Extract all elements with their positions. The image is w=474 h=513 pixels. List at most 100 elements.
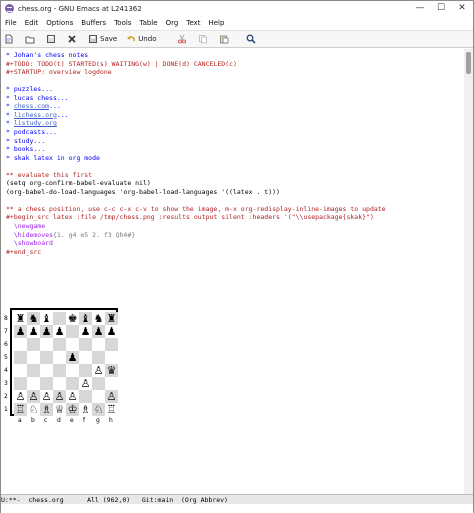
chess-piece: ♘ — [28, 403, 39, 416]
file-label: g — [96, 417, 100, 424]
board-square — [40, 338, 53, 351]
search-icon — [247, 34, 257, 44]
text-line: * skak latex in org mode — [6, 154, 100, 162]
open-directory-button[interactable] — [22, 31, 40, 47]
new-file-icon — [5, 34, 13, 44]
text-line: * listudy.org — [6, 119, 57, 127]
scrollbar-thumb[interactable] — [466, 52, 471, 74]
board-square — [66, 338, 79, 351]
chess-piece: ♔ — [67, 403, 78, 416]
rank-label: 6 — [4, 341, 8, 348]
board-square — [40, 364, 53, 377]
chess-piece: ♟ — [106, 325, 117, 338]
menu-bar: File Edit Options Buffers Tools Table Or… — [1, 16, 473, 29]
file-label: h — [109, 417, 113, 424]
text-span: (setq org-confirm-babel-evaluate nil) — [6, 179, 151, 188]
chess-piece: ♘ — [93, 403, 104, 416]
cut-button[interactable] — [174, 31, 192, 47]
chess-piece: ♞ — [28, 312, 39, 325]
paste-icon — [220, 35, 229, 44]
new-file-button[interactable] — [1, 31, 19, 47]
board-square — [53, 338, 66, 351]
chess-piece: ♟ — [28, 325, 39, 338]
paste-button[interactable] — [216, 31, 234, 47]
text-span: ** a chess position, use c-c c-x c-v to … — [6, 204, 386, 213]
text-line: ** evaluate this first — [6, 171, 92, 179]
save-icon-button[interactable] — [43, 31, 61, 47]
menu-table[interactable]: Table — [135, 19, 161, 27]
title-bar: chess.org - GNU Emacs at L241362 — ☐ ✕ — [1, 1, 473, 16]
text-span: ** evaluate this first — [6, 170, 93, 179]
board-square — [53, 312, 66, 325]
chess-piece: ♟ — [80, 325, 91, 338]
scissors-icon — [178, 34, 187, 44]
text-span: * — [6, 119, 14, 128]
menu-org[interactable]: Org — [162, 19, 183, 27]
board-square — [53, 377, 66, 390]
undo-button[interactable]: Undo — [123, 31, 159, 47]
file-label: b — [31, 417, 35, 424]
tool-bar: Save Undo — [1, 30, 473, 48]
board-square — [92, 338, 105, 351]
text-line: \showboard — [6, 239, 53, 247]
minimize-button[interactable]: — — [410, 2, 430, 15]
board-square — [66, 325, 79, 338]
text-span: * — [6, 110, 14, 119]
chess-piece: ♙ — [28, 390, 39, 403]
rank-label: 2 — [4, 393, 8, 400]
close-button[interactable]: ✕ — [452, 2, 472, 15]
vertical-scrollbar[interactable] — [464, 49, 473, 494]
close-buffer-button[interactable] — [64, 31, 82, 47]
menu-tools[interactable]: Tools — [110, 19, 135, 27]
menu-options[interactable]: Options — [42, 19, 77, 27]
chess-piece: ♖ — [15, 403, 26, 416]
text-line: \newgame — [6, 222, 45, 230]
board-square — [66, 364, 79, 377]
copy-button[interactable] — [195, 31, 213, 47]
org-link[interactable]: listudy.org — [14, 119, 57, 127]
text-span: * study... — [6, 136, 46, 145]
editor-buffer[interactable]: * Johan's chess notes #+TODO: TODO(t) STA… — [1, 49, 463, 494]
window-title: chess.org - GNU Emacs at L241362 — [18, 4, 142, 13]
board-square — [40, 351, 53, 364]
board-square — [27, 351, 40, 364]
board-square — [92, 351, 105, 364]
chess-piece: ♕ — [54, 403, 65, 416]
board-square — [53, 364, 66, 377]
menu-file[interactable]: File — [1, 19, 21, 27]
chess-board-image: ♜ ♞ ♝ ♚ ♝ ♞ ♜ ♟ ♟ ♟ ♟ ♟ ♟ ♟ ♟ ♙ ♛ ♙ ♙ ♙ ♙ ♙ ♙ ♙ ♖ ♘ ♗ ♕ ♔ ♗ ♘ ♖ — [10, 308, 118, 416]
org-link[interactable]: lichess.org — [14, 111, 57, 119]
search-button[interactable] — [243, 31, 261, 47]
maximize-button[interactable]: ☐ — [431, 2, 451, 15]
folder-icon — [25, 36, 35, 44]
text-span: ... — [56, 110, 69, 119]
text-line: * podcasts... — [6, 128, 57, 136]
text-line: #+STARTUP: overview logdone — [6, 68, 112, 76]
text-span: ... — [49, 102, 61, 111]
board-square — [92, 390, 105, 403]
save-label: Save — [100, 35, 118, 43]
menu-edit[interactable]: Edit — [21, 19, 43, 27]
text-span: * lucas chess... — [6, 93, 69, 102]
board-square — [105, 338, 118, 351]
chess-piece: ♟ — [15, 325, 26, 338]
board-square — [14, 377, 27, 390]
board-square — [66, 377, 79, 390]
save-button[interactable]: Save — [85, 31, 120, 47]
board-square — [79, 351, 92, 364]
text-span: * skak latex in org mode — [6, 153, 100, 162]
menu-buffers[interactable]: Buffers — [77, 19, 110, 27]
org-link[interactable]: chess.com — [14, 102, 49, 110]
text-line: #+TODO: TODO(t) STARTED(s) WAITING(w) | … — [6, 60, 237, 68]
text-line: #+end_src — [6, 248, 41, 256]
board-square — [27, 338, 40, 351]
rank-label: 5 — [4, 354, 8, 361]
menu-text[interactable]: Text — [182, 19, 204, 27]
menu-help[interactable]: Help — [204, 19, 228, 27]
board-square — [40, 377, 53, 390]
text-span: * podcasts... — [6, 127, 57, 136]
copy-icon — [199, 35, 208, 44]
chess-piece: ♙ — [15, 390, 26, 403]
rank-label: 8 — [4, 315, 8, 322]
minibuffer[interactable] — [1, 504, 473, 513]
